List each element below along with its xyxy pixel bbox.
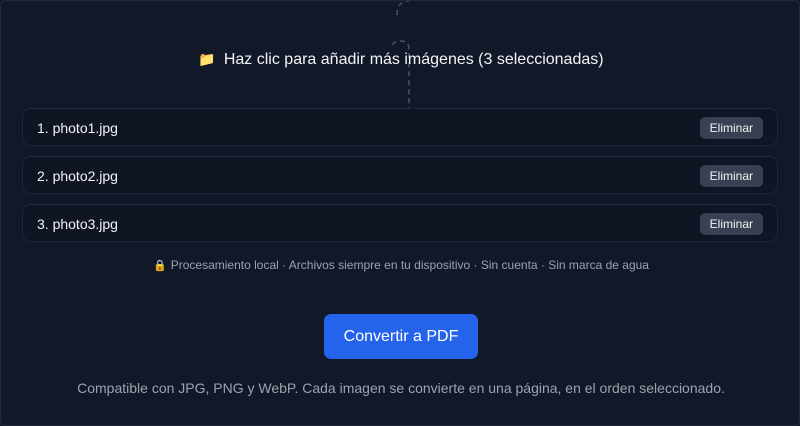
privacy-notice: 🔒 Procesamiento local · Archivos siempre … — [1, 258, 800, 272]
file-row: 2. photo2.jpg Eliminar — [22, 156, 778, 194]
dropzone-label: Haz clic para añadir más imágenes (3 sel… — [223, 51, 604, 68]
remove-file-button[interactable]: Eliminar — [699, 213, 763, 235]
remove-file-button[interactable]: Eliminar — [699, 165, 763, 187]
format-footnote: Compatible con JPG, PNG y WebP. Cada ima… — [77, 380, 725, 396]
privacy-text: Procesamiento local · Archivos siempre e… — [170, 258, 649, 272]
add-images-dropzone[interactable]: 📁 Haz clic para añadir más imágenes (3 se… — [1, 51, 800, 69]
convert-to-pdf-button[interactable]: Convertir a PDF — [324, 314, 478, 359]
file-name: 1. photo1.jpg — [37, 120, 118, 136]
file-row: 3. photo3.jpg Eliminar — [22, 204, 778, 242]
file-row: 1. photo1.jpg Eliminar — [22, 108, 778, 146]
file-name: 2. photo2.jpg — [37, 168, 118, 184]
folder-icon: 📁 — [198, 51, 216, 67]
lock-icon: 🔒 — [153, 260, 167, 272]
remove-file-button[interactable]: Eliminar — [699, 117, 763, 139]
file-name: 3. photo3.jpg — [37, 216, 118, 232]
converter-panel: 📁 Haz clic para añadir más imágenes (3 se… — [0, 0, 800, 426]
